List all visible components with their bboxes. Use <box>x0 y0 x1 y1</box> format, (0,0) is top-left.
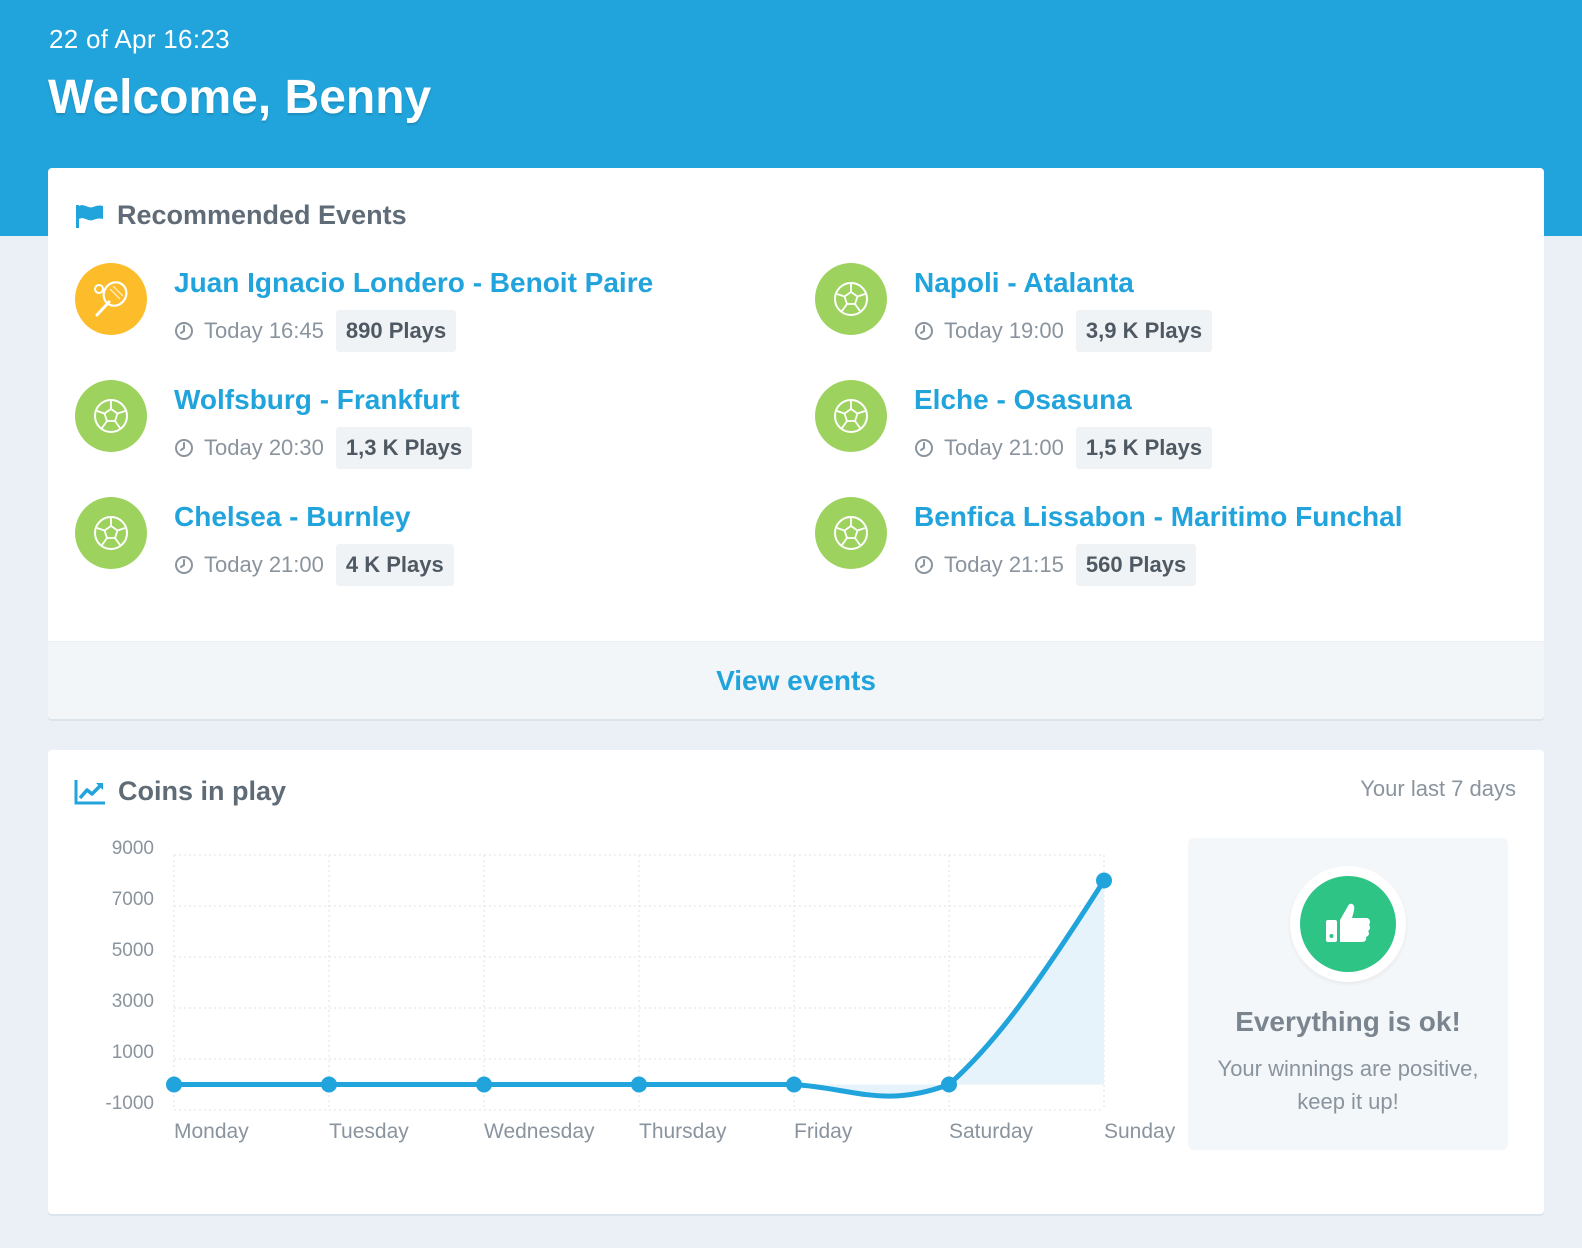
event-item[interactable]: Wolfsburg - Frankfurt Today 20:30 1,3 K Pl… <box>75 380 775 480</box>
coins-in-play-card: Coins in play Your last 7 days 9000 7000 5… <box>48 750 1544 1214</box>
event-item[interactable]: Chelsea - Burnley Today 21:00 4 K Plays <box>75 497 775 597</box>
recommended-events-title: Recommended Events <box>117 200 407 230</box>
event-sport-badge <box>75 263 147 335</box>
status-icon-circle <box>1300 876 1396 972</box>
status-title: Everything is ok! <box>1235 1006 1461 1037</box>
x-tick-label: Thursday <box>639 1120 727 1143</box>
event-sport-badge <box>815 263 887 335</box>
clock-icon <box>914 438 934 458</box>
event-plays-badge: 890 Plays <box>335 310 457 352</box>
event-sport-badge <box>75 380 147 452</box>
y-tick-label: 9000 <box>112 838 154 859</box>
coins-line-chart: 9000 7000 5000 3000 1000 -1000 Monday Tuesday We… <box>105 838 1176 1143</box>
event-meta: Today 19:00 3,9 K Plays <box>914 310 1213 352</box>
clock-icon <box>174 438 194 458</box>
data-point <box>941 1076 957 1093</box>
event-meta: Today 21:00 4 K Plays <box>174 544 454 586</box>
x-tick-label: Saturday <box>949 1120 1034 1143</box>
line-chart-icon <box>74 778 106 806</box>
data-point <box>476 1076 492 1093</box>
data-point <box>1096 872 1112 889</box>
event-title-link[interactable]: Napoli - Atalanta <box>914 267 1134 299</box>
event-time: Today 16:45 <box>204 318 324 343</box>
clock-icon <box>174 321 194 341</box>
event-time: Today 21:00 <box>204 552 324 577</box>
data-point <box>786 1076 802 1093</box>
y-tick-label: 3000 <box>112 991 154 1012</box>
event-time: Today 21:00 <box>944 435 1064 460</box>
event-title-link[interactable]: Wolfsburg - Frankfurt <box>174 384 460 416</box>
event-plays-badge: 3,9 K Plays <box>1075 310 1213 352</box>
series-area <box>174 880 1104 1097</box>
current-date: 22 of Apr 16:23 <box>49 24 230 54</box>
event-meta: Today 20:30 1,3 K Plays <box>174 427 473 469</box>
event-meta: Today 21:15 560 Plays <box>914 544 1197 586</box>
tennis-icon <box>94 281 128 317</box>
recommended-events-header: Recommended Events <box>75 200 407 231</box>
event-item[interactable]: Benfica Lissabon - Maritimo Funchal Today… <box>815 497 1515 597</box>
x-tick-label: Sunday <box>1104 1120 1176 1143</box>
event-time: Today 19:00 <box>944 318 1064 343</box>
soccer-ball-icon <box>834 282 868 316</box>
clock-icon <box>174 555 194 575</box>
event-title-link[interactable]: Benfica Lissabon - Maritimo Funchal <box>914 501 1403 533</box>
y-tick-label: 7000 <box>112 889 154 910</box>
soccer-ball-icon <box>834 399 868 433</box>
view-events-button[interactable]: View events <box>48 641 1544 719</box>
event-title-link[interactable]: Juan Ignacio Londero - Benoit Paire <box>174 267 653 299</box>
event-title-link[interactable]: Elche - Osasuna <box>914 384 1132 416</box>
clock-icon <box>914 321 934 341</box>
event-plays-badge: 4 K Plays <box>335 544 454 586</box>
page-title: Welcome, Benny <box>48 71 432 124</box>
soccer-ball-icon <box>94 516 128 550</box>
x-tick-label: Monday <box>174 1120 249 1143</box>
event-item[interactable]: Napoli - Atalanta Today 19:00 3,9 K Plays <box>815 263 1515 363</box>
status-message: Your winnings are positive, keep it up! <box>1217 1056 1479 1114</box>
soccer-ball-icon <box>94 399 128 433</box>
thumbs-up-icon <box>1326 903 1371 942</box>
x-tick-label: Wednesday <box>484 1120 595 1143</box>
event-sport-badge <box>815 380 887 452</box>
flag-icon <box>75 203 105 229</box>
event-sport-badge <box>75 497 147 569</box>
x-tick-label: Tuesday <box>329 1120 409 1143</box>
coins-in-play-header: Coins in play <box>74 776 286 807</box>
data-point <box>631 1076 647 1093</box>
event-plays-badge: 560 Plays <box>1075 544 1197 586</box>
event-time: Today 21:15 <box>944 552 1064 577</box>
y-tick-label: -1000 <box>105 1093 154 1114</box>
data-point <box>166 1076 182 1093</box>
soccer-ball-icon <box>834 516 868 550</box>
date-range-label: Your last 7 days <box>1360 776 1516 801</box>
event-plays-badge: 1,5 K Plays <box>1075 427 1213 469</box>
y-tick-label: 1000 <box>112 1042 154 1063</box>
status-icon-ring <box>1290 866 1406 982</box>
event-time: Today 20:30 <box>204 435 324 460</box>
event-item[interactable]: Elche - Osasuna Today 21:00 1,5 K Plays <box>815 380 1515 480</box>
x-tick-label: Friday <box>794 1120 853 1143</box>
y-tick-label: 5000 <box>112 940 154 961</box>
event-item[interactable]: Juan Ignacio Londero - Benoit Paire Today… <box>75 263 775 363</box>
recommended-events-card: Recommended Events Juan Ignacio Londero … <box>48 168 1544 719</box>
clock-icon <box>914 555 934 575</box>
event-meta: Today 21:00 1,5 K Plays <box>914 427 1213 469</box>
event-title-link[interactable]: Chelsea - Burnley <box>174 501 411 533</box>
series-line <box>171 878 1107 1099</box>
event-sport-badge <box>815 497 887 569</box>
status-panel: Everything is ok! Your winnings are posi… <box>1188 838 1508 1150</box>
event-plays-badge: 1,3 K Plays <box>335 427 473 469</box>
data-point <box>321 1076 337 1093</box>
event-meta: Today 16:45 890 Plays <box>174 310 457 352</box>
coins-in-play-title: Coins in play <box>118 776 287 806</box>
